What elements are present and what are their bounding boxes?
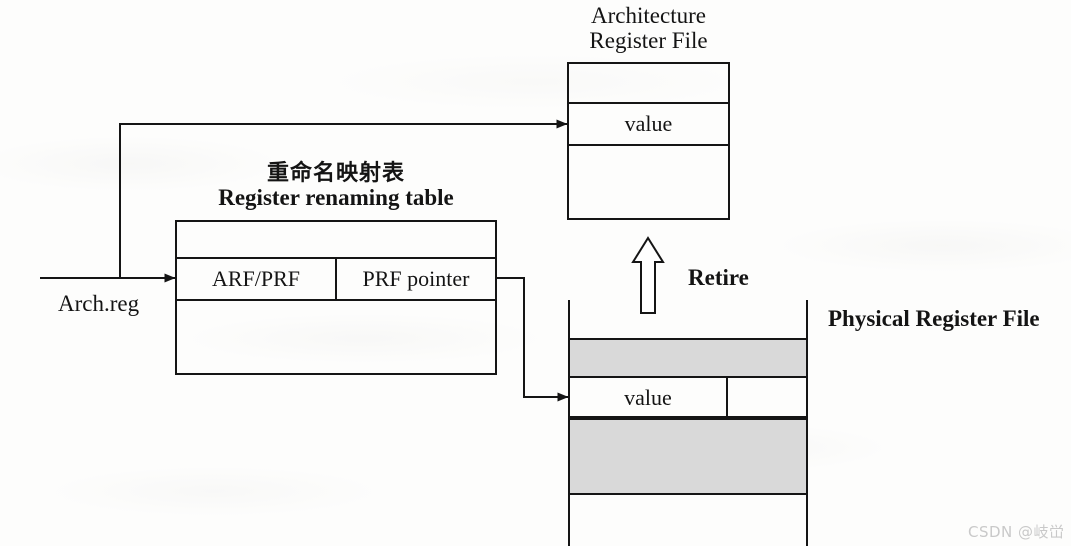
retire-block-arrow	[631, 236, 665, 314]
arch-reg-input-label: Arch.reg	[58, 291, 140, 316]
diagram-canvas: Architecture Register File value 重命名映射表 …	[0, 0, 1071, 546]
csdn-watermark: CSDN @岐峃	[968, 523, 1065, 541]
retire-label: Retire	[688, 265, 749, 290]
prf-pointer-to-prf-arrow	[497, 277, 569, 402]
arch-reg-to-arf-arrow	[119, 119, 568, 278]
connector-overlay	[40, 119, 665, 402]
